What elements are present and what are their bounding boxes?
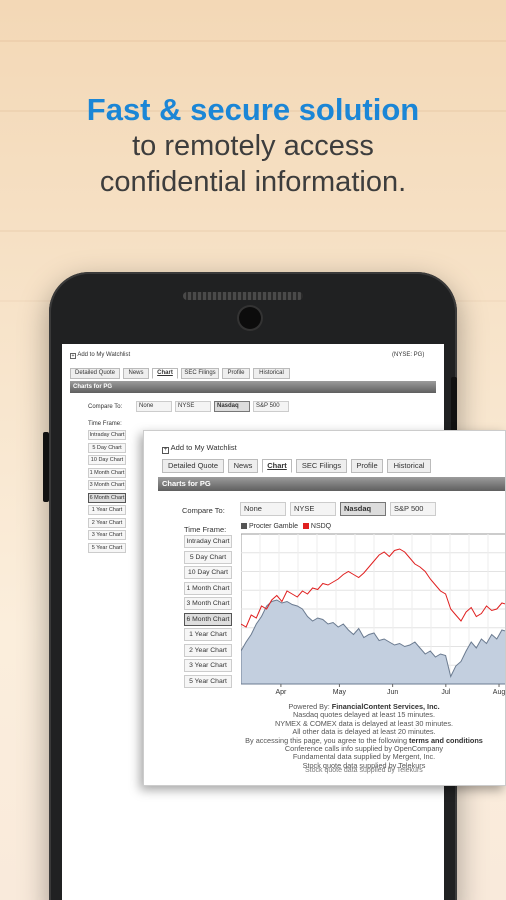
compare-to-label: Compare To: (88, 404, 123, 410)
timeframe-1-month-chart[interactable]: 1 Month Chart (184, 581, 232, 595)
chart-zoom-panel: + Add to My Watchlist Detailed Quote New… (143, 430, 506, 786)
tab-news[interactable]: News (228, 459, 258, 473)
timeframe-5-day-chart[interactable]: 5 Day Chart (184, 550, 232, 564)
compare-none[interactable]: None (136, 401, 172, 412)
power-button[interactable] (451, 377, 457, 432)
compare-to-label: Compare To: (182, 506, 225, 515)
timeframe-10-day-chart[interactable]: 10 Day Chart (184, 566, 232, 579)
speaker-grille (183, 292, 303, 300)
x-tick-label: Jun (387, 689, 398, 696)
legend-swatch-pg (241, 523, 247, 529)
compare-nyse[interactable]: NYSE (290, 502, 336, 516)
timeframe-1-year-chart[interactable]: 1 Year Chart (184, 628, 232, 641)
timeframe-2-year-chart[interactable]: 2 Year Chart (88, 517, 126, 528)
timeframe-1-month-chart[interactable]: 1 Month Chart (88, 467, 126, 478)
compare-nasdaq[interactable]: Nasdaq (340, 502, 386, 516)
plus-box-icon: + (70, 353, 76, 359)
legend-label-pg: Procter Gamble (248, 523, 298, 530)
timeframe-intraday-chart[interactable]: Intraday Chart (184, 535, 232, 548)
compare-sp500[interactable]: S&P 500 (253, 401, 289, 412)
legend-label-nsdq: NSDQ (310, 523, 332, 530)
x-tick-label: May (333, 689, 347, 696)
timeframe-1-year-chart[interactable]: 1 Year Chart (88, 505, 126, 515)
compare-nasdaq[interactable]: Nasdaq (214, 401, 250, 412)
timeframe-intraday-chart[interactable]: Intraday Chart (88, 430, 126, 440)
tab-sec-filings[interactable]: SEC Filings (296, 459, 347, 473)
x-tick-label: Apr (275, 689, 287, 696)
time-frame-label: Time Frame: (184, 525, 227, 534)
volume-button[interactable] (43, 432, 49, 502)
hero-line-2: to remotely access (132, 130, 374, 162)
background-credit-bleed: Stock quote data supplied by Telekurs (305, 767, 423, 774)
section-header: Charts for PG (158, 477, 505, 491)
add-watchlist-label: Add to My Watchlist (170, 443, 237, 452)
timeframe-2-year-chart[interactable]: 2 Year Chart (184, 643, 232, 657)
hero-line-1: Fast & secure solution (86, 92, 420, 127)
timeframe-3-month-chart[interactable]: 3 Month Chart (88, 480, 126, 490)
camera-icon (239, 307, 261, 329)
tab-chart[interactable]: Chart (262, 459, 292, 473)
time-frame-label: Time Frame: (88, 421, 122, 427)
add-watchlist-link[interactable]: + Add to My Watchlist (162, 443, 237, 454)
timeframe-3-year-chart[interactable]: 3 Year Chart (184, 659, 232, 672)
tab-detailed-quote[interactable]: Detailed Quote (70, 368, 120, 379)
timeframe-3-year-chart[interactable]: 3 Year Chart (88, 530, 126, 540)
legend: Procter Gamble NSDQ (241, 523, 331, 530)
section-header: Charts for PG (70, 381, 436, 393)
legend-swatch-nsdq (302, 523, 309, 529)
tab-detailed-quote[interactable]: Detailed Quote (162, 459, 224, 473)
x-tick-label: Jul (441, 689, 450, 696)
tab-profile[interactable]: Profile (222, 368, 250, 379)
data-credits: Powered By: FinancialContent Services, I… (214, 702, 505, 770)
tab-historical[interactable]: Historical (253, 368, 290, 379)
timeframe-5-year-chart[interactable]: 5 Year Chart (88, 542, 126, 553)
compare-sp500[interactable]: S&P 500 (390, 502, 436, 516)
add-watchlist-link[interactable]: + Add to My Watchlist (70, 352, 130, 359)
timeframe-3-month-chart[interactable]: 3 Month Chart (184, 597, 232, 610)
timeframe-5-year-chart[interactable]: 5 Year Chart (184, 674, 232, 688)
ticker-label: (NYSE: PG) (392, 352, 425, 358)
compare-nyse[interactable]: NYSE (175, 401, 211, 412)
price-chart: Apr May Jun Jul Aug (241, 533, 506, 696)
tab-sec-filings[interactable]: SEC Filings (181, 368, 219, 379)
tab-chart[interactable]: Chart (152, 368, 178, 379)
timeframe-6-month-chart[interactable]: 6 Month Chart (184, 612, 232, 626)
add-watchlist-label: Add to My Watchlist (77, 352, 131, 358)
plus-box-icon: + (162, 447, 169, 454)
hero-headline: Fast & secure solution to remotely acces… (0, 92, 506, 200)
compare-none[interactable]: None (240, 502, 286, 516)
tab-profile[interactable]: Profile (351, 459, 383, 473)
timeframe-10-day-chart[interactable]: 10 Day Chart (88, 455, 126, 465)
timeframe-6-month-chart[interactable]: 6 Month Chart (88, 492, 126, 503)
timeframe-5-day-chart[interactable]: 5 Day Chart (88, 442, 126, 453)
hero-line-3: confidential information. (99, 166, 407, 198)
tab-news[interactable]: News (123, 368, 149, 379)
x-tick-label: Aug (493, 689, 506, 696)
tab-historical[interactable]: Historical (387, 459, 431, 473)
